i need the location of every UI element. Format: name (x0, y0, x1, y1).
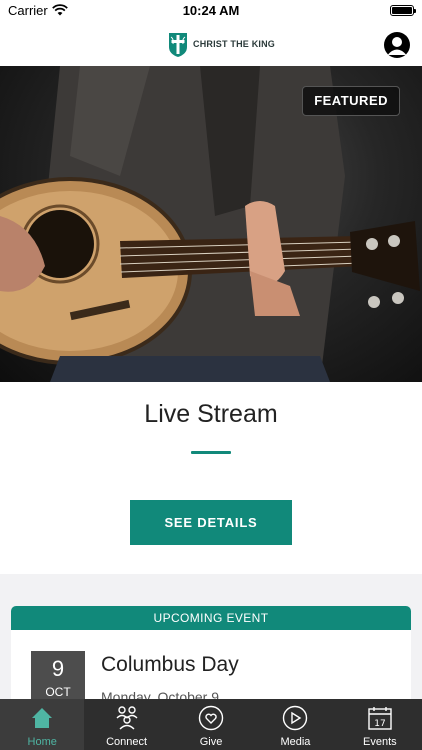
featured-card: Live Stream SEE DETAILS (0, 382, 422, 574)
tab-connect[interactable]: Connect (84, 699, 168, 750)
featured-title: Live Stream (144, 400, 278, 428)
cross-logo-icon (169, 33, 187, 57)
see-details-button[interactable]: SEE DETAILS (130, 500, 292, 545)
people-icon (116, 706, 138, 730)
upcoming-event-header: UPCOMING EVENT (11, 606, 411, 630)
profile-button[interactable] (384, 32, 410, 58)
battery-icon (390, 5, 416, 16)
svg-text:17: 17 (374, 719, 385, 729)
heart-icon (198, 705, 224, 731)
tab-label: Connect (106, 736, 148, 748)
app-header: CHRIST THE KING (0, 22, 422, 66)
tab-label: Events (363, 736, 397, 748)
title-divider (191, 451, 231, 454)
featured-image[interactable]: FEATURED (0, 66, 422, 382)
event-day: 9 (51, 656, 65, 681)
event-date-badge: 9 OCT (31, 651, 85, 706)
play-icon (283, 705, 308, 731)
user-icon (387, 37, 407, 55)
tab-label: Media (280, 736, 311, 748)
tab-give[interactable]: Give (169, 699, 253, 750)
tab-events[interactable]: 17 Events (338, 699, 422, 750)
upcoming-event-card[interactable]: UPCOMING EVENT 9 OCT Columbus Day Monday… (11, 606, 411, 706)
featured-badge: FEATURED (302, 86, 400, 116)
status-bar: Carrier 10:24 AM (0, 0, 422, 22)
tab-media[interactable]: Media (253, 699, 337, 750)
status-time: 10:24 AM (182, 3, 240, 18)
church-logo[interactable]: CHRIST THE KING (167, 29, 275, 59)
tab-label: Give (199, 736, 223, 748)
tab-label: Home (27, 736, 57, 748)
home-icon (32, 708, 53, 728)
event-month: OCT (45, 685, 71, 699)
calendar-icon: 17 (368, 707, 392, 730)
tab-home[interactable]: Home (0, 699, 85, 750)
tab-bar: Home Connect Give Media 17 Events (0, 699, 422, 750)
logo-text: CHRIST THE KING (193, 39, 276, 49)
event-name: Columbus Day (101, 653, 239, 676)
